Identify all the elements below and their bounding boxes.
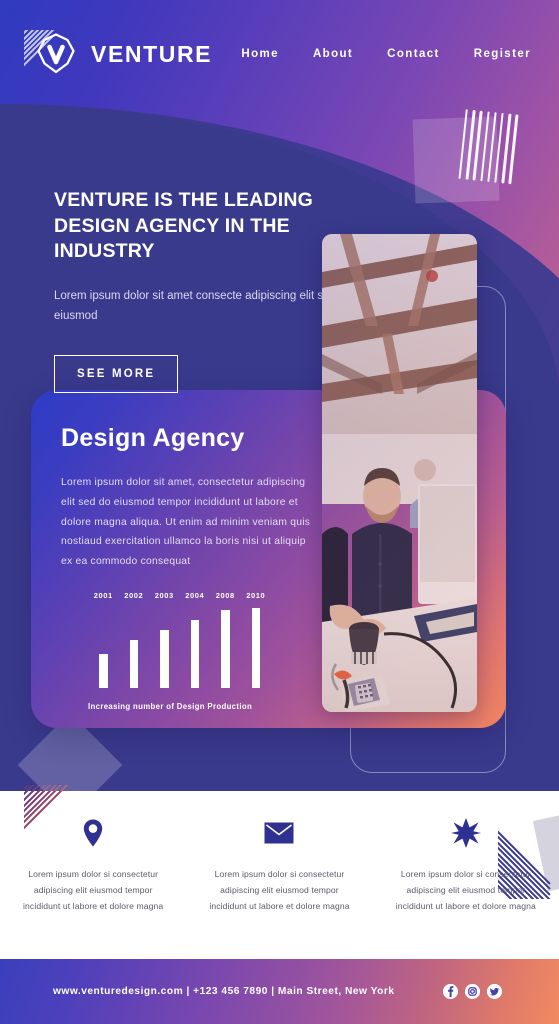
facebook-icon[interactable] bbox=[443, 984, 458, 999]
chart-tick-label: 2008 bbox=[215, 591, 235, 600]
feature-item-location[interactable]: Lorem ipsum dolor si consectetur adipisc… bbox=[0, 815, 186, 915]
feature-item-star[interactable]: Lorem ipsum dolor si consectetur adipisc… bbox=[373, 815, 559, 915]
chart-bar bbox=[221, 610, 230, 688]
chart-bar-cell bbox=[88, 608, 119, 688]
chart-x-tick-labels: 2001 2002 2003 2004 2008 2010 bbox=[88, 591, 273, 600]
logo-text: VENTURE bbox=[91, 40, 213, 67]
nav-item-register[interactable]: Register bbox=[474, 48, 531, 60]
chart-caption: Increasing number of Design Production bbox=[88, 702, 253, 711]
chart-bar bbox=[251, 608, 260, 688]
chart-tick-label: 2002 bbox=[124, 591, 144, 600]
decor-vertical-stripes bbox=[458, 109, 524, 185]
site-header: VENTURE Home About Contact Register bbox=[0, 0, 559, 104]
chart-bar-cell bbox=[241, 608, 272, 688]
design-production-bar-chart: 2001 2002 2003 2004 2008 2010 Increasing numb… bbox=[88, 591, 273, 711]
site-footer: www.venturedesign.com | +123 456 7890 | … bbox=[0, 959, 559, 1024]
chart-tick-label: 2004 bbox=[185, 591, 205, 600]
nav-item-home[interactable]: Home bbox=[241, 48, 279, 60]
decor-stripe bbox=[508, 114, 519, 185]
star-burst-icon bbox=[450, 815, 481, 851]
chart-tick-label: 2001 bbox=[93, 591, 113, 600]
footer-social-links bbox=[443, 984, 502, 999]
chart-bar bbox=[190, 620, 199, 688]
chart-tick-label: 2010 bbox=[246, 591, 266, 600]
landing-page: VENTURE Home About Contact Register VENT… bbox=[0, 0, 559, 1024]
twitter-icon[interactable] bbox=[487, 984, 502, 999]
agency-card-title: Design Agency bbox=[61, 424, 245, 452]
office-photo bbox=[322, 234, 477, 712]
chart-tick-label: 2003 bbox=[154, 591, 174, 600]
footer-contact-line: www.venturedesign.com | +123 456 7890 | … bbox=[53, 986, 395, 997]
nav-item-about[interactable]: About bbox=[313, 48, 353, 60]
chart-bar-cell bbox=[149, 608, 180, 688]
chart-bar-cell bbox=[210, 608, 241, 688]
features-section: Lorem ipsum dolor si consectetur adipisc… bbox=[0, 785, 559, 959]
feature-text: Lorem ipsum dolor si consectetur adipisc… bbox=[23, 869, 164, 911]
logo[interactable]: VENTURE bbox=[24, 30, 213, 80]
venture-v-badge-icon bbox=[34, 32, 78, 76]
chart-bar-cell bbox=[180, 608, 211, 688]
main-nav: Home About Contact Register bbox=[241, 48, 531, 60]
instagram-icon[interactable] bbox=[465, 984, 480, 999]
feature-text: Lorem ipsum dolor si consectetur adipisc… bbox=[209, 869, 350, 911]
see-more-button[interactable]: SEE MORE bbox=[54, 354, 179, 393]
chart-bars bbox=[88, 608, 273, 688]
nav-item-contact[interactable]: Contact bbox=[387, 48, 440, 60]
feature-text: Lorem ipsum dolor si consectetur adipisc… bbox=[395, 869, 536, 911]
chart-bar bbox=[99, 654, 108, 688]
chart-bar-cell bbox=[119, 608, 150, 688]
envelope-icon bbox=[264, 815, 294, 851]
agency-card-body: Lorem ipsum dolor sit amet, consectetur … bbox=[61, 477, 311, 568]
feature-item-mail[interactable]: Lorem ipsum dolor si consectetur adipisc… bbox=[186, 815, 372, 915]
features-row: Lorem ipsum dolor si consectetur adipisc… bbox=[0, 815, 559, 915]
chart-bar bbox=[129, 640, 138, 688]
chart-bar bbox=[160, 630, 169, 688]
location-pin-icon bbox=[82, 815, 104, 851]
